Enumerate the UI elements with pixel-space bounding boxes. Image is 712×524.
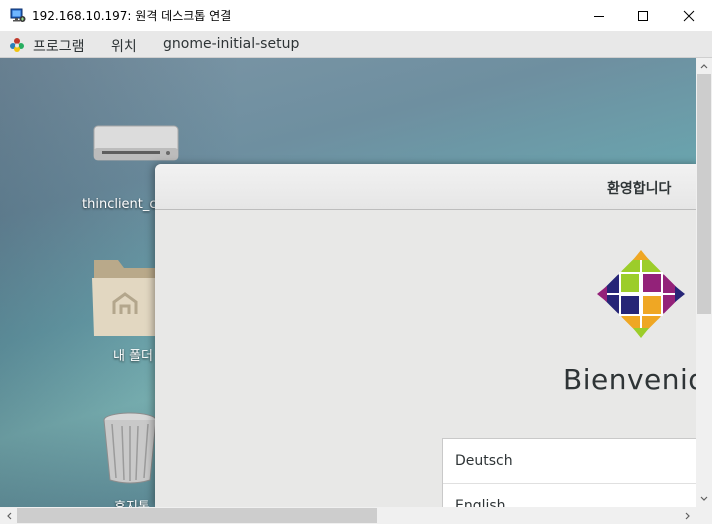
horizontal-scroll-thumb[interactable] bbox=[17, 508, 377, 523]
remote-desktop-icon bbox=[10, 8, 26, 22]
chevron-right-icon bbox=[685, 512, 690, 519]
centos-logo bbox=[597, 250, 685, 338]
chevron-down-icon bbox=[700, 496, 708, 501]
horizontal-scrollbar[interactable] bbox=[0, 507, 696, 524]
desktop-icon-label: 내 폴더 bbox=[113, 349, 154, 364]
scroll-left-button[interactable] bbox=[0, 507, 17, 524]
language-item[interactable]: English bbox=[443, 484, 696, 507]
language-label: Deutsch bbox=[455, 453, 513, 469]
desktop-icon-drive[interactable] bbox=[88, 120, 184, 170]
applications-icon bbox=[10, 38, 24, 52]
window-title: 192.168.10.197: 원격 데스크톱 연결 bbox=[32, 9, 232, 23]
scroll-right-button[interactable] bbox=[679, 507, 696, 524]
language-label: English bbox=[455, 498, 506, 507]
minimize-icon bbox=[594, 15, 604, 17]
desktop: thinclient_c 내 폴더 휴지통 환영합니다 bbox=[0, 58, 696, 507]
close-icon bbox=[683, 10, 695, 21]
close-button[interactable] bbox=[666, 0, 712, 31]
setup-header-bar[interactable]: 환영합니다 bbox=[155, 164, 696, 210]
chevron-up-icon bbox=[700, 64, 708, 69]
setup-page-title: 환영합니다 bbox=[607, 181, 672, 197]
drive-icon bbox=[93, 125, 179, 161]
app-menu[interactable]: gnome-initial-setup bbox=[163, 36, 299, 52]
scroll-down-button[interactable] bbox=[696, 491, 712, 507]
vertical-scroll-thumb[interactable] bbox=[697, 74, 711, 314]
gnome-top-panel: 프로그램 위치 gnome-initial-setup bbox=[0, 31, 712, 58]
initial-setup-window: 환영합니다 Bienvenid Deutsch English bbox=[155, 164, 696, 507]
welcome-heading: Bienvenid bbox=[563, 363, 696, 396]
desktop-icon-home-folder[interactable] bbox=[90, 254, 160, 340]
scrollbar-corner bbox=[696, 507, 712, 524]
trash-icon bbox=[103, 412, 157, 484]
desktop-icon-trash[interactable] bbox=[100, 410, 160, 486]
chevron-left-icon bbox=[6, 512, 11, 519]
home-folder-icon bbox=[92, 260, 158, 336]
maximize-button[interactable] bbox=[620, 0, 666, 31]
window-titlebar[interactable]: 192.168.10.197: 원격 데스크톱 연결 bbox=[0, 0, 712, 31]
vertical-scrollbar[interactable] bbox=[696, 58, 712, 507]
maximize-icon bbox=[638, 10, 648, 21]
desktop-icon-label: thinclient_c bbox=[82, 197, 157, 212]
language-item[interactable]: Deutsch bbox=[443, 439, 696, 484]
places-menu[interactable]: 위치 bbox=[111, 36, 137, 56]
language-list: Deutsch English bbox=[442, 438, 696, 507]
applications-menu[interactable]: 프로그램 bbox=[33, 36, 85, 56]
minimize-button[interactable] bbox=[576, 0, 622, 31]
desktop-icon-label: 휴지통 bbox=[114, 496, 150, 507]
remote-desktop-window: 192.168.10.197: 원격 데스크톱 연결 프로그램 위치 gnome… bbox=[0, 0, 712, 524]
scroll-up-button[interactable] bbox=[696, 58, 712, 74]
